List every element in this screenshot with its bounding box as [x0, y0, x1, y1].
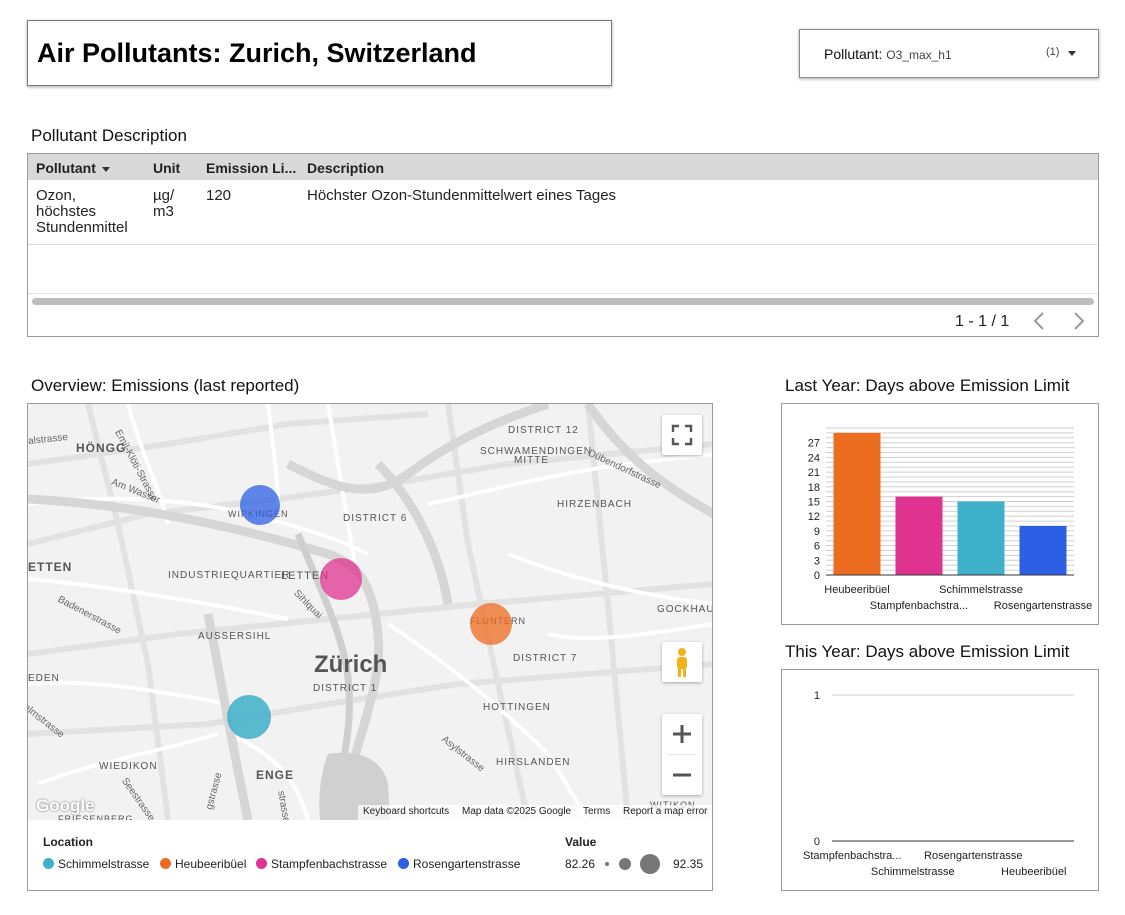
horizontal-scrollbar[interactable]: [32, 298, 1094, 305]
cell-unit: µg/ m3: [153, 188, 174, 220]
legend-location-title: Location: [43, 835, 93, 849]
filter-selected-value: O3_max_h1: [886, 48, 952, 62]
minus-icon[interactable]: [662, 755, 702, 795]
zoom-controls: [662, 714, 702, 795]
y-tick-label: 0: [814, 570, 820, 582]
page-title: Air Pollutants: Zurich, Switzerland: [37, 38, 477, 68]
description-section-title: Pollutant Description: [31, 126, 187, 145]
x-tick-label: Stampfenbachstra...: [803, 850, 901, 862]
bar[interactable]: [1019, 526, 1067, 575]
y-tick-label: 1: [814, 690, 820, 702]
table-header: Pollutant Unit Emission Li... Descriptio…: [28, 154, 1098, 180]
legend-item-label: Heubeeribüel: [175, 857, 247, 871]
chevron-left-icon[interactable]: [1032, 311, 1046, 334]
marker-rosengartenstrasse[interactable]: [240, 485, 280, 525]
y-tick-label: 6: [814, 541, 820, 553]
legend-item-label: Stampfenbachstrasse: [271, 857, 388, 871]
cell-description: Höchster Ozon-Stundenmittelwert eines Ta…: [307, 187, 617, 204]
legend-dot: [256, 858, 267, 869]
fullscreen-icon: [671, 424, 693, 446]
x-tick-label: Schimmelstrasse: [939, 584, 1023, 596]
pagination-text: 1 - 1 / 1: [955, 313, 1010, 330]
marker-heubeeribuel[interactable]: [470, 603, 512, 645]
row-divider: [28, 293, 1098, 294]
terms-link[interactable]: Terms: [583, 806, 610, 817]
col-header-pollutant[interactable]: Pollutant: [36, 160, 110, 176]
pollutant-filter[interactable]: Pollutant: O3_max_h1 (1): [799, 29, 1099, 78]
legend-item-label: Rosengartenstrasse: [413, 857, 521, 871]
legend-dot: [43, 858, 54, 869]
col-header-unit[interactable]: Unit: [153, 160, 180, 176]
legend-item-label: Schimmelstrasse: [58, 857, 150, 871]
last-year-chart-box: 0 3 6 9 12 15 18 21 24 27 Heubeeribüel Stampfenbach…: [781, 403, 1099, 625]
this-year-chart-box: 0 1 Stampfenbachstra... Schimmelstrasse Rose…: [781, 669, 1099, 891]
cell-pollutant-line: Stundenmittel: [36, 219, 128, 236]
y-tick-label: 0: [814, 836, 820, 848]
x-tick-label: Heubeeribüel: [1001, 866, 1066, 878]
bar[interactable]: [833, 432, 881, 575]
bar[interactable]: [957, 501, 1005, 576]
row-divider: [28, 244, 1098, 245]
last-year-chart-title: Last Year: Days above Emission Limit: [785, 376, 1070, 395]
col-header-emission-limit[interactable]: Emission Li...: [206, 160, 296, 176]
fullscreen-button[interactable]: [662, 415, 702, 455]
legend-item-schimmelstrasse[interactable]: Schimmelstrasse: [43, 857, 149, 871]
y-tick-label: 3: [814, 555, 820, 567]
cell-unit-line: µg/: [153, 187, 175, 204]
chevron-right-icon[interactable]: [1072, 311, 1086, 334]
filter-label-text: Pollutant: [824, 46, 879, 62]
last-year-bar-chart: 0 3 6 9 12 15 18 21 24 27 Heubeeribüel Stampfenbach…: [808, 427, 1092, 612]
y-tick-label: 15: [808, 497, 820, 509]
plus-icon[interactable]: [662, 714, 702, 754]
y-tick-label: 27: [808, 438, 820, 450]
cell-pollutant: Ozon, höchstes Stundenmittel: [36, 188, 128, 236]
y-tick-label: 18: [808, 482, 820, 494]
keyboard-shortcuts-link[interactable]: Keyboard shortcuts: [363, 806, 449, 817]
this-year-bar-chart: 0 1 Stampfenbachstra... Schimmelstrasse Rose…: [803, 690, 1074, 878]
cell-emission-limit: 120: [206, 187, 232, 204]
sort-desc-icon[interactable]: [101, 166, 110, 172]
cell-pollutant-line: Ozon,: [36, 187, 77, 204]
marker-schimmelstrasse[interactable]: [227, 695, 271, 739]
legend-dot: [160, 858, 171, 869]
legend-min-value: 82.26: [565, 857, 596, 871]
marker-stampfenbachstrasse[interactable]: [320, 558, 362, 600]
chevron-down-icon[interactable]: [1068, 51, 1076, 56]
legend-max-value: 92.35: [673, 857, 704, 871]
x-tick-label: Rosengartenstrasse: [924, 850, 1022, 862]
legend-item-heubeeribuel[interactable]: Heubeeribüel: [160, 857, 246, 871]
cell-pollutant-line: höchstes: [36, 203, 97, 220]
google-logo[interactable]: Google: [36, 796, 95, 816]
y-tick-label: 21: [808, 467, 820, 479]
pollutant-filter-label[interactable]: Pollutant: O3_max_h1: [824, 46, 952, 62]
legend-size-scale: [605, 854, 660, 874]
y-tick-label: 24: [808, 452, 820, 464]
x-tick-label: Stampfenbachstra...: [870, 600, 968, 612]
map-section-title: Overview: Emissions (last reported): [31, 376, 300, 395]
col-header-pollutant-label: Pollutant: [36, 160, 96, 176]
map-data-credit: Map data ©2025 Google: [462, 806, 572, 817]
y-tick-label: 9: [814, 526, 820, 538]
legend-dot: [398, 858, 409, 869]
bar[interactable]: [895, 496, 943, 575]
station-markers: [227, 485, 512, 739]
x-tick-label: Schimmelstrasse: [871, 866, 955, 878]
legend-value-title: Value: [565, 835, 597, 849]
pollutant-description-table: Pollutant Unit Emission Li... Descriptio…: [27, 153, 1099, 337]
x-tick-label: Rosengartenstrasse: [994, 600, 1092, 612]
filter-count: (1): [1046, 46, 1060, 58]
col-header-description[interactable]: Description: [307, 160, 384, 176]
cell-unit-line: m3: [153, 203, 174, 220]
pegman-icon: [677, 648, 687, 677]
legend-item-rosengartenstrasse[interactable]: Rosengartenstrasse: [398, 857, 520, 871]
this-year-chart-title: This Year: Days above Emission Limit: [785, 642, 1070, 661]
emissions-map[interactable]: alstrasse HÖNGG Emil-Klöti-Strasse Am Wa…: [27, 403, 713, 891]
y-tick-label: 12: [808, 511, 820, 523]
dashboard-title-box: Air Pollutants: Zurich, Switzerland: [27, 20, 612, 86]
map-legend: Location Value Schimmelstrasse Heubeerib…: [28, 820, 712, 890]
street-view-button[interactable]: [662, 642, 702, 682]
report-map-error-link[interactable]: Report a map error: [623, 806, 707, 817]
legend-item-stampfenbachstrasse[interactable]: Stampfenbachstrasse: [256, 857, 387, 871]
x-tick-label: Heubeeribüel: [824, 584, 889, 596]
